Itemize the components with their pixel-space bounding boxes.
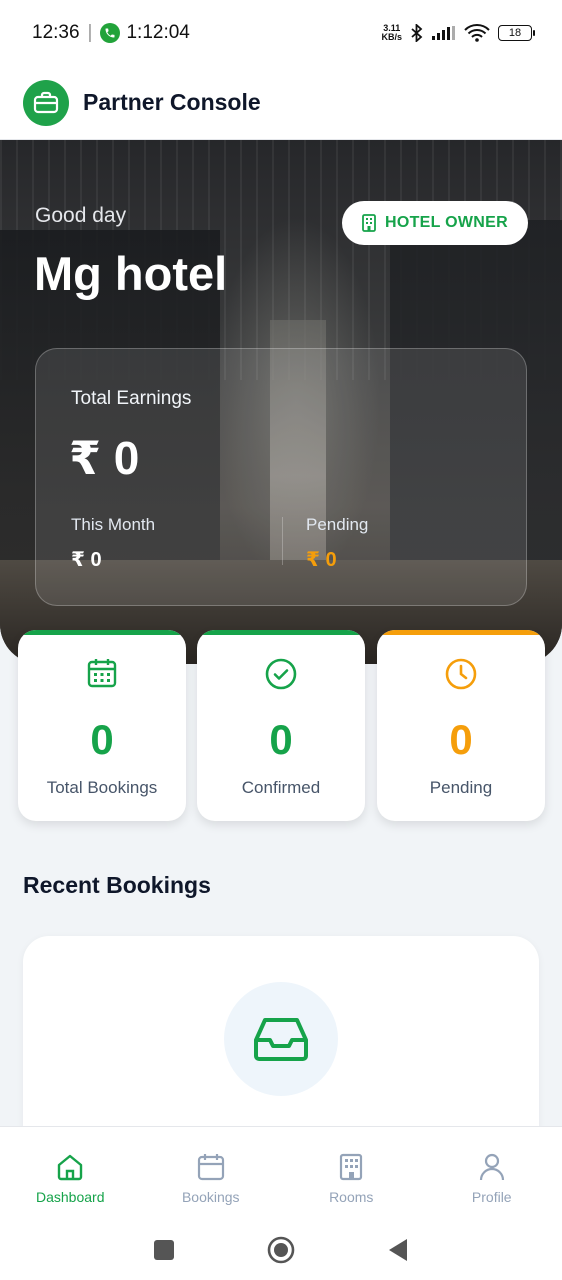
status-right: 3.11 KB/s 18 bbox=[381, 24, 535, 42]
hotel-name: Mg hotel bbox=[34, 247, 228, 300]
this-month-label: This Month bbox=[71, 515, 156, 534]
hero-banner: Good day Mg hotel HOTEL OWNER Total Earn… bbox=[0, 140, 562, 664]
building-icon bbox=[340, 1153, 363, 1181]
battery-indicator: 18 bbox=[498, 25, 535, 41]
role-badge: HOTEL OWNER bbox=[342, 201, 528, 245]
check-circle-icon bbox=[265, 658, 297, 690]
bottom-navigation: Dashboard Bookings Rooms Profile bbox=[0, 1126, 562, 1220]
home-button-icon[interactable] bbox=[267, 1236, 295, 1264]
inbox-icon bbox=[254, 1018, 308, 1061]
recent-apps-icon[interactable] bbox=[153, 1239, 175, 1261]
phone-call-icon bbox=[100, 23, 121, 43]
stat-accent-bar bbox=[377, 630, 545, 635]
calendar-icon bbox=[197, 1154, 224, 1181]
stat-icon-wrap bbox=[18, 658, 186, 688]
stat-icon-wrap bbox=[197, 658, 365, 690]
status-left: 12:36 | 1:12:04 bbox=[32, 22, 190, 44]
recent-bookings-title: Recent Bookings bbox=[23, 872, 211, 898]
stat-label-pending: Pending bbox=[429, 778, 493, 797]
user-icon bbox=[479, 1153, 504, 1181]
home-icon bbox=[58, 1154, 83, 1181]
briefcase-icon bbox=[23, 79, 69, 126]
back-icon[interactable] bbox=[387, 1238, 409, 1262]
building-icon bbox=[362, 214, 376, 232]
bluetooth-icon bbox=[411, 24, 423, 42]
status-time: 12:36 bbox=[32, 22, 80, 43]
total-earnings-label: Total Earnings bbox=[71, 388, 192, 409]
stat-card-total-bookings[interactable]: 0 Total Bookings bbox=[18, 630, 186, 821]
stat-card-pending[interactable]: 0 Pending bbox=[377, 630, 545, 821]
nav-dashboard[interactable]: Dashboard bbox=[0, 1127, 141, 1220]
status-separator: | bbox=[87, 22, 93, 43]
nav-rooms[interactable]: Rooms bbox=[281, 1127, 422, 1220]
greeting-text: Good day bbox=[35, 204, 127, 227]
pending-earnings-label: Pending bbox=[306, 515, 369, 534]
network-speed: 3.11 KB/s bbox=[381, 24, 402, 42]
call-duration: 1:12:04 bbox=[126, 22, 190, 43]
earnings-divider bbox=[282, 517, 283, 565]
stat-value-confirmed: 0 bbox=[269, 716, 293, 763]
pending-earnings-value: ₹ 0 bbox=[306, 549, 337, 571]
status-bar: 12:36 | 1:12:04 3.11 KB/s 18 bbox=[0, 0, 562, 66]
stat-accent-bar bbox=[18, 630, 186, 635]
stat-accent-bar bbox=[197, 630, 365, 635]
clock-icon bbox=[445, 658, 477, 690]
stat-card-confirmed[interactable]: 0 Confirmed bbox=[197, 630, 365, 821]
nav-bookings-label: Bookings bbox=[181, 1189, 240, 1205]
earnings-card: Total Earnings ₹ 0 This Month ₹ 0 Pendin… bbox=[35, 348, 527, 606]
app-header: Partner Console bbox=[0, 66, 562, 140]
empty-state-icon-circle bbox=[224, 982, 338, 1096]
nav-profile[interactable]: Profile bbox=[422, 1127, 562, 1220]
nav-dashboard-label: Dashboard bbox=[36, 1189, 105, 1205]
stat-value-total-bookings: 0 bbox=[90, 716, 114, 763]
wifi-icon bbox=[464, 24, 490, 42]
stat-icon-wrap bbox=[377, 658, 545, 690]
role-badge-label: HOTEL OWNER bbox=[384, 214, 508, 231]
nav-profile-label: Profile bbox=[471, 1189, 512, 1205]
signal-icon bbox=[432, 26, 455, 40]
speed-unit: KB/s bbox=[381, 32, 402, 42]
nav-bookings[interactable]: Bookings bbox=[141, 1127, 282, 1220]
stat-value-pending: 0 bbox=[449, 716, 473, 763]
calendar-icon bbox=[87, 659, 117, 688]
nav-rooms-label: Rooms bbox=[329, 1189, 374, 1205]
stat-label-total-bookings: Total Bookings bbox=[46, 778, 158, 797]
system-navigation-bar bbox=[0, 1220, 562, 1280]
this-month-value: ₹ 0 bbox=[71, 549, 102, 571]
app-title: Partner Console bbox=[83, 89, 261, 115]
stat-label-confirmed: Confirmed bbox=[241, 778, 321, 797]
total-earnings-value: ₹ 0 bbox=[69, 432, 140, 484]
